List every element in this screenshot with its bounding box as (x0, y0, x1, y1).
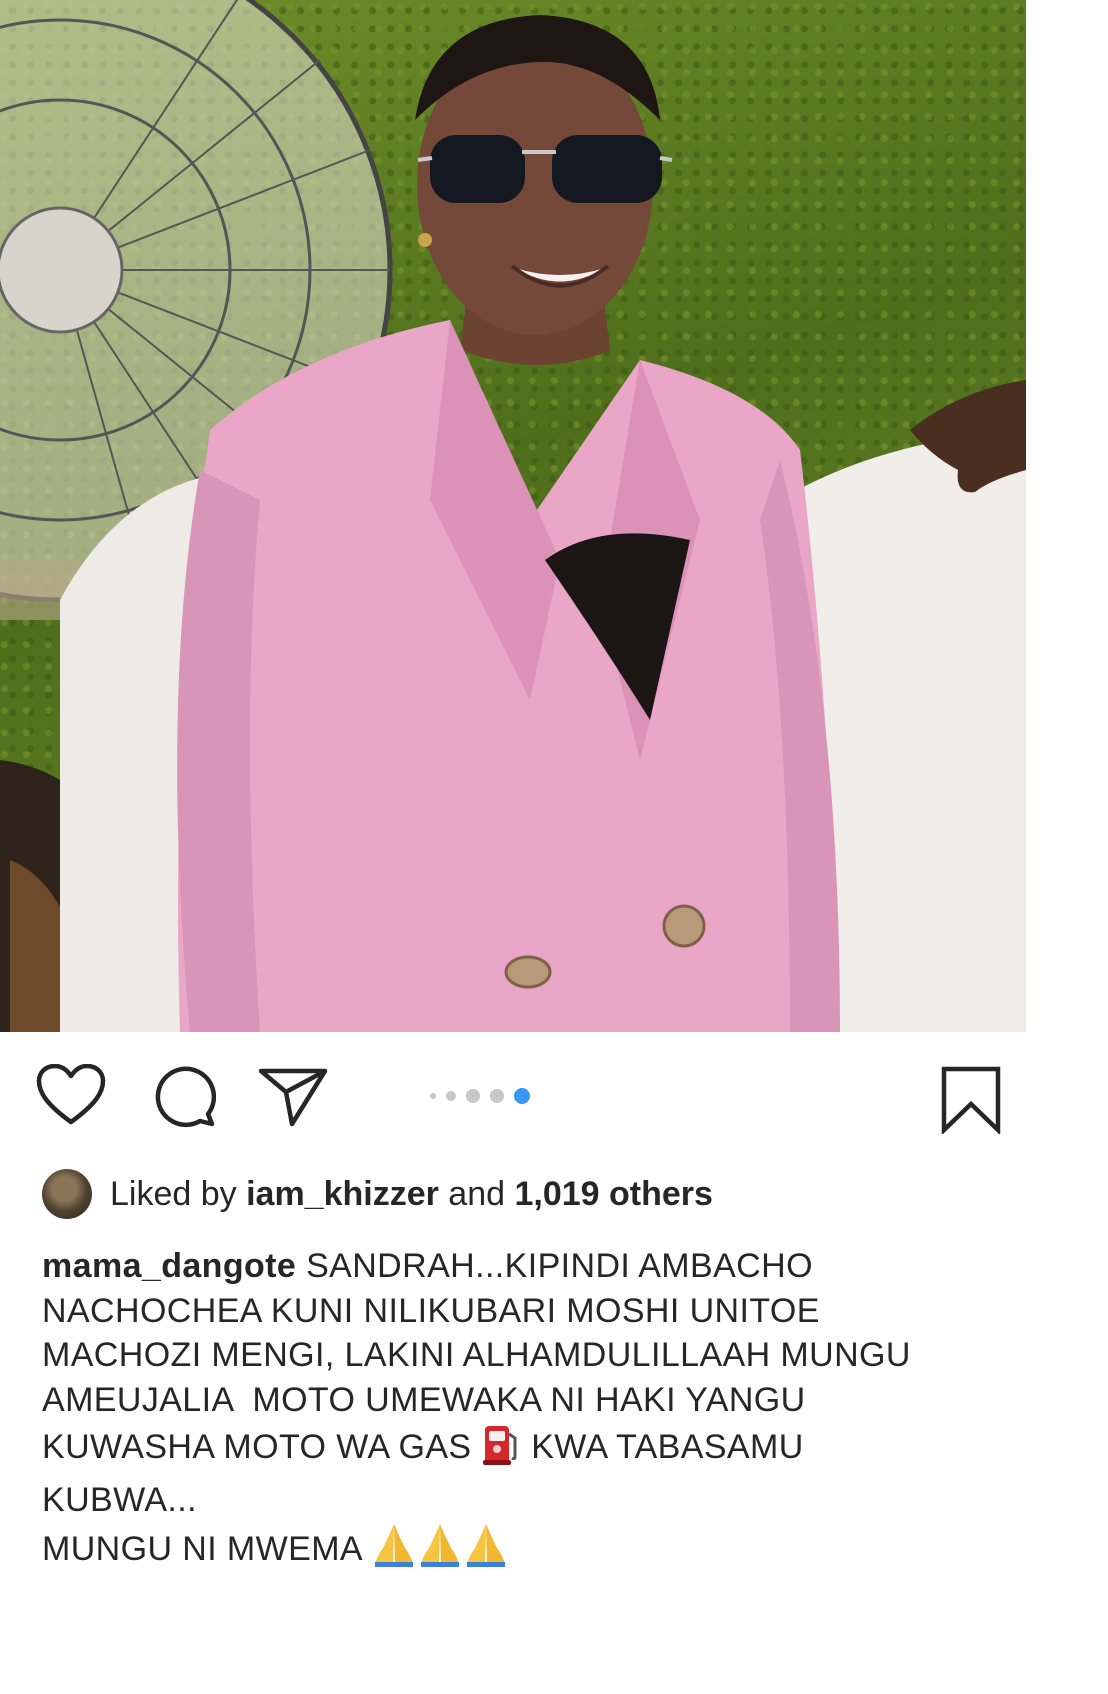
carousel-dot (430, 1093, 436, 1099)
likes-middle: and (438, 1175, 515, 1213)
liker-username[interactable]: iam_khizzer (246, 1175, 439, 1213)
carousel-dot (466, 1089, 480, 1103)
post-photo[interactable] (0, 0, 1026, 1032)
likes-count[interactable]: 1,019 others (514, 1175, 712, 1213)
folded-hands-emoji (417, 1522, 463, 1580)
caption-username[interactable]: mama_dangote (42, 1247, 296, 1285)
avatar[interactable] (42, 1169, 92, 1219)
share-icon[interactable] (258, 1066, 328, 1128)
likes-prefix: Liked by (110, 1175, 247, 1213)
comment-icon[interactable] (150, 1066, 216, 1128)
carousel-dot-active (514, 1088, 530, 1104)
folded-hands-emoji (371, 1522, 417, 1580)
carousel-dot (446, 1091, 456, 1101)
bookmark-icon[interactable] (940, 1066, 1002, 1134)
carousel-indicator (430, 1088, 530, 1104)
caption-line-2-text: MUNGU NI MWEMA (42, 1530, 371, 1568)
heart-icon[interactable] (36, 1064, 106, 1126)
caption-paragraph: mama_dangote SANDRAH...KIPINDI AMBACHO N… (42, 1244, 942, 1522)
carousel-dot (490, 1089, 504, 1103)
post-caption: mama_dangote SANDRAH...KIPINDI AMBACHO N… (42, 1244, 942, 1580)
likes-row: Liked by iam_khizzer and 1,019 others (42, 1168, 713, 1220)
fuel-pump-emoji (481, 1422, 521, 1478)
folded-hands-emoji (463, 1522, 509, 1580)
caption-line-2: MUNGU NI MWEMA (42, 1522, 942, 1580)
likes-summary[interactable]: Liked by iam_khizzer and 1,019 others (110, 1168, 713, 1220)
photo-illustration (0, 0, 1026, 1032)
